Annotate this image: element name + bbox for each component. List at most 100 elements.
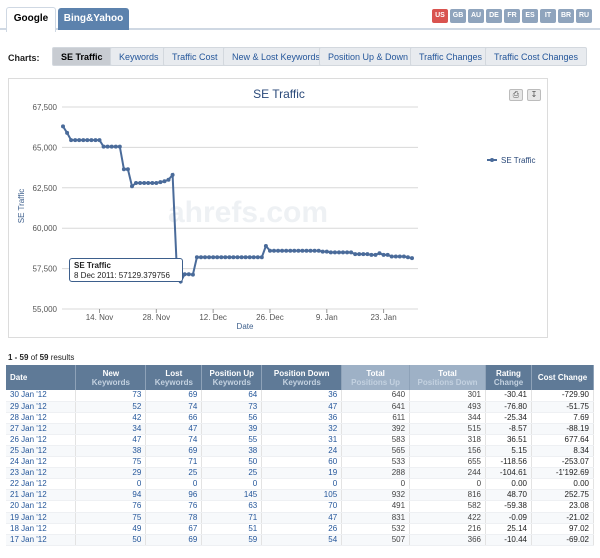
table-cell[interactable]: 25 [145,467,203,480]
table-cell: 677.64 [531,434,595,446]
table-cell[interactable]: 38 [75,445,147,458]
table-cell[interactable]: 69 [145,390,203,402]
table-cell[interactable]: 75 [75,456,147,469]
table-cell[interactable]: 73 [75,390,147,402]
table-cell[interactable]: 0 [261,478,343,491]
table-cell: 0 [409,478,487,491]
legend-point [490,158,494,162]
col-cost-change-header[interactable]: Cost Change [531,365,595,390]
data-point [373,252,378,257]
col-lost-keywords-header[interactable]: Lost Keywords [145,365,203,390]
table-cell[interactable]: 69 [145,445,203,458]
data-point [312,248,317,253]
table-cell[interactable]: 76 [75,500,147,513]
data-point [65,130,70,135]
table-cell[interactable]: 96 [145,489,203,502]
table-cell[interactable]: 56 [201,412,263,424]
table-cell[interactable]: 19 [261,467,343,480]
table-header-row: Date New Keywords Lost Keywords Position U… [6,365,595,390]
table-cell[interactable]: 63 [201,500,263,513]
row-date-link[interactable]: 26 Jan '12 [6,434,77,446]
table-cell[interactable]: 47 [261,512,343,524]
col-total-positions-down-header[interactable]: Total Positions Down [409,365,487,390]
col-new-keywords-header[interactable]: New Keywords [75,365,147,390]
table-cell: -10.44 [485,534,532,546]
row-date-link[interactable]: 25 Jan '12 [6,445,77,458]
table-cell[interactable]: 74 [145,434,203,446]
table-body: 30 Jan '12 73 69 64 36 640 301 -30.41 -729.90 29 … [6,390,595,546]
row-date-link[interactable]: 29 Jan '12 [6,401,77,413]
table-cell[interactable]: 64 [201,390,263,402]
data-point [77,138,82,143]
data-point [166,177,171,182]
table-cell[interactable]: 51 [201,523,263,535]
table-cell[interactable]: 29 [75,467,147,480]
row-date-link[interactable]: 24 Jan '12 [6,456,77,469]
table-cell[interactable]: 73 [201,401,263,413]
table-cell[interactable]: 47 [75,434,147,446]
table-cell[interactable]: 32 [261,423,343,435]
table-cell[interactable]: 47 [145,423,203,435]
table-cell[interactable]: 76 [145,500,203,513]
row-date-link[interactable]: 17 Jan '12 [6,534,77,546]
table-cell[interactable]: 74 [145,401,203,413]
row-date-link[interactable]: 18 Jan '12 [6,523,77,535]
table-row: 29 Jan '12 52 74 73 47 641 493 -76.80 -51.75 [6,401,595,413]
table-cell[interactable]: 105 [261,489,343,502]
y-axis-title: SE Traffic [17,189,26,224]
data-point [61,124,65,129]
table-cell[interactable]: 0 [75,478,147,491]
table-cell: 216 [409,523,487,535]
data-point [320,249,325,254]
table-cell[interactable]: 52 [75,401,147,413]
data-point [138,181,143,185]
table-cell: -30.41 [485,390,532,402]
table-cell[interactable]: 71 [201,512,263,524]
row-date-link[interactable]: 23 Jan '12 [6,467,77,480]
table-cell[interactable]: 67 [145,523,203,535]
table-cell[interactable]: 38 [201,445,263,458]
table-cell[interactable]: 50 [75,534,147,546]
table-cell[interactable]: 26 [261,523,343,535]
row-date-link[interactable]: 30 Jan '12 [6,390,77,402]
col-position-down-header[interactable]: Position Down Keywords [261,365,343,390]
col-position-up-header[interactable]: Position Up Keywords [201,365,263,390]
row-date-link[interactable]: 28 Jan '12 [6,412,77,424]
table-cell[interactable]: 66 [145,412,203,424]
table-cell[interactable]: 50 [201,456,263,469]
col-total-positions-up-header[interactable]: Total Positions Up [341,365,411,390]
row-date-link[interactable]: 19 Jan '12 [6,512,77,524]
table-cell[interactable]: 94 [75,489,147,502]
table-cell[interactable]: 34 [75,423,147,435]
col-date-header[interactable]: Date [6,365,77,390]
table-cell[interactable]: 36 [261,390,343,402]
table-cell[interactable]: 71 [145,456,203,469]
data-point [361,252,366,257]
table-cell[interactable]: 49 [75,523,147,535]
row-date-link[interactable]: 22 Jan '12 [6,478,77,491]
table-cell[interactable]: 39 [201,423,263,435]
table-cell[interactable]: 70 [261,500,343,513]
table-cell[interactable]: 42 [75,412,147,424]
table-cell[interactable]: 55 [201,434,263,446]
row-date-link[interactable]: 27 Jan '12 [6,423,77,435]
row-date-link[interactable]: 21 Jan '12 [6,489,77,502]
table-cell[interactable]: 60 [261,456,343,469]
table-cell[interactable]: 69 [145,534,203,546]
data-point [227,255,232,260]
table-cell[interactable]: 25 [201,467,263,480]
table-cell[interactable]: 0 [201,478,263,491]
table-cell[interactable]: 54 [261,534,343,546]
results-count: 1 - 59 of 59 results [8,353,74,362]
table-cell[interactable]: 59 [201,534,263,546]
table-cell[interactable]: 47 [261,401,343,413]
table-cell[interactable]: 78 [145,512,203,524]
row-date-link[interactable]: 20 Jan '12 [6,500,77,513]
table-cell[interactable]: 0 [145,478,203,491]
table-cell[interactable]: 36 [261,412,343,424]
table-cell[interactable]: 145 [201,489,263,502]
table-cell[interactable]: 24 [261,445,343,458]
table-cell[interactable]: 31 [261,434,343,446]
table-cell[interactable]: 75 [75,512,147,524]
col-rating-change-header[interactable]: Rating Change [485,365,532,390]
